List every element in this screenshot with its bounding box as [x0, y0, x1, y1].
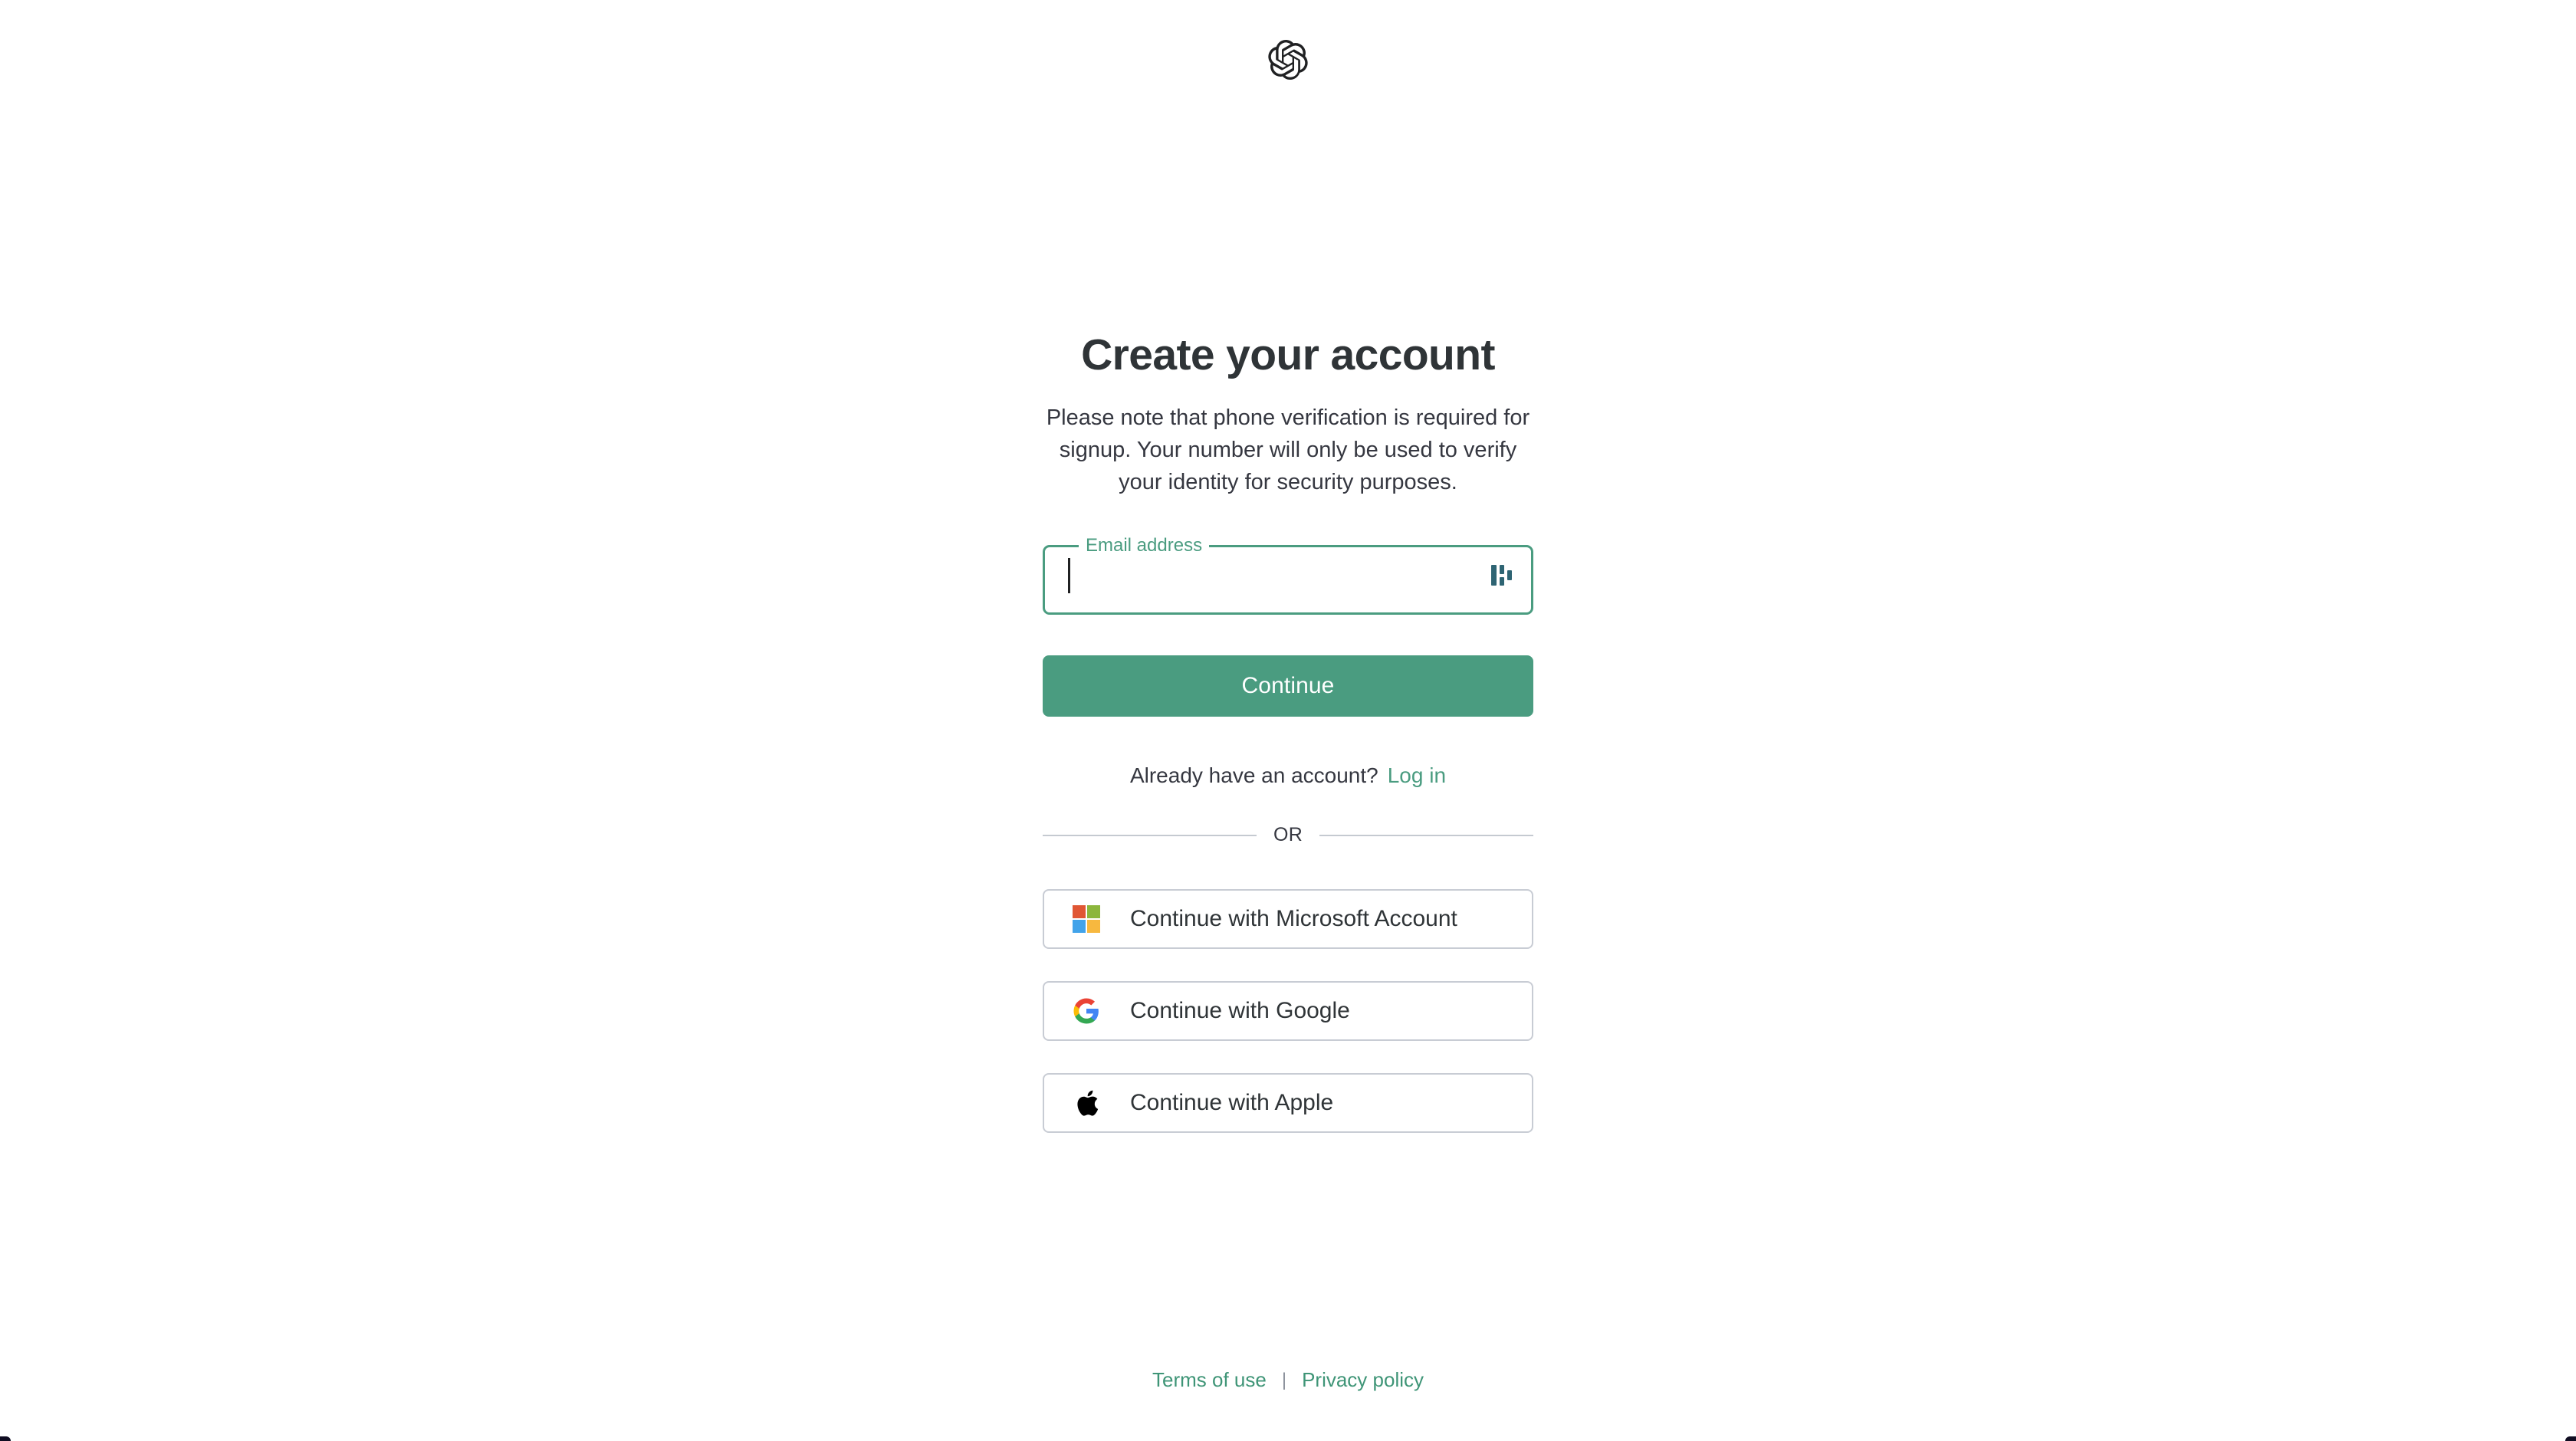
- signup-page: Create your account Please note that pho…: [0, 0, 2576, 1441]
- microsoft-logo-icon: [1072, 904, 1101, 934]
- divider-label: OR: [1273, 824, 1303, 845]
- continue-with-microsoft-button[interactable]: Continue with Microsoft Account: [1043, 889, 1533, 949]
- page-subtitle: Please note that phone verification is r…: [1046, 405, 1530, 494]
- log-in-link[interactable]: Log in: [1388, 763, 1446, 787]
- divider-rule-right: [1319, 834, 1534, 836]
- email-input-area[interactable]: [1043, 537, 1533, 615]
- continue-with-apple-label: Continue with Apple: [1130, 1090, 1334, 1115]
- page-title: Create your account: [1081, 330, 1495, 379]
- or-divider: OR: [1043, 824, 1534, 846]
- apple-logo-icon: [1072, 1088, 1101, 1118]
- continue-with-google-label: Continue with Google: [1130, 998, 1350, 1023]
- continue-with-apple-button[interactable]: Continue with Apple: [1043, 1073, 1533, 1133]
- continue-with-google-button[interactable]: Continue with Google: [1043, 981, 1533, 1041]
- terms-of-use-link[interactable]: Terms of use: [1152, 1368, 1267, 1392]
- email-field[interactable]: Email address: [1043, 537, 1533, 615]
- brand-logo: [0, 40, 2576, 80]
- email-input[interactable]: [1068, 553, 1487, 599]
- divider-rule-left: [1043, 834, 1257, 836]
- window-corner-right: [2565, 1436, 2576, 1441]
- footer-separator: |: [1281, 1369, 1287, 1390]
- footer-links: Terms of use | Privacy policy: [0, 1368, 2576, 1392]
- window-corner-left: [0, 1436, 11, 1441]
- bitwarden-autofill-icon[interactable]: [1489, 562, 1515, 589]
- openai-logo-icon: [1268, 40, 1308, 80]
- continue-button[interactable]: Continue: [1043, 655, 1533, 717]
- login-prompt-text: Already have an account?: [1129, 763, 1378, 787]
- login-prompt: Already have an account? Log in: [1043, 763, 1533, 789]
- window-bottom-edge: [0, 1436, 2576, 1441]
- google-logo-icon: [1072, 996, 1101, 1026]
- privacy-policy-link[interactable]: Privacy policy: [1302, 1368, 1424, 1392]
- continue-with-microsoft-label: Continue with Microsoft Account: [1130, 906, 1457, 931]
- text-caret: [1068, 558, 1070, 593]
